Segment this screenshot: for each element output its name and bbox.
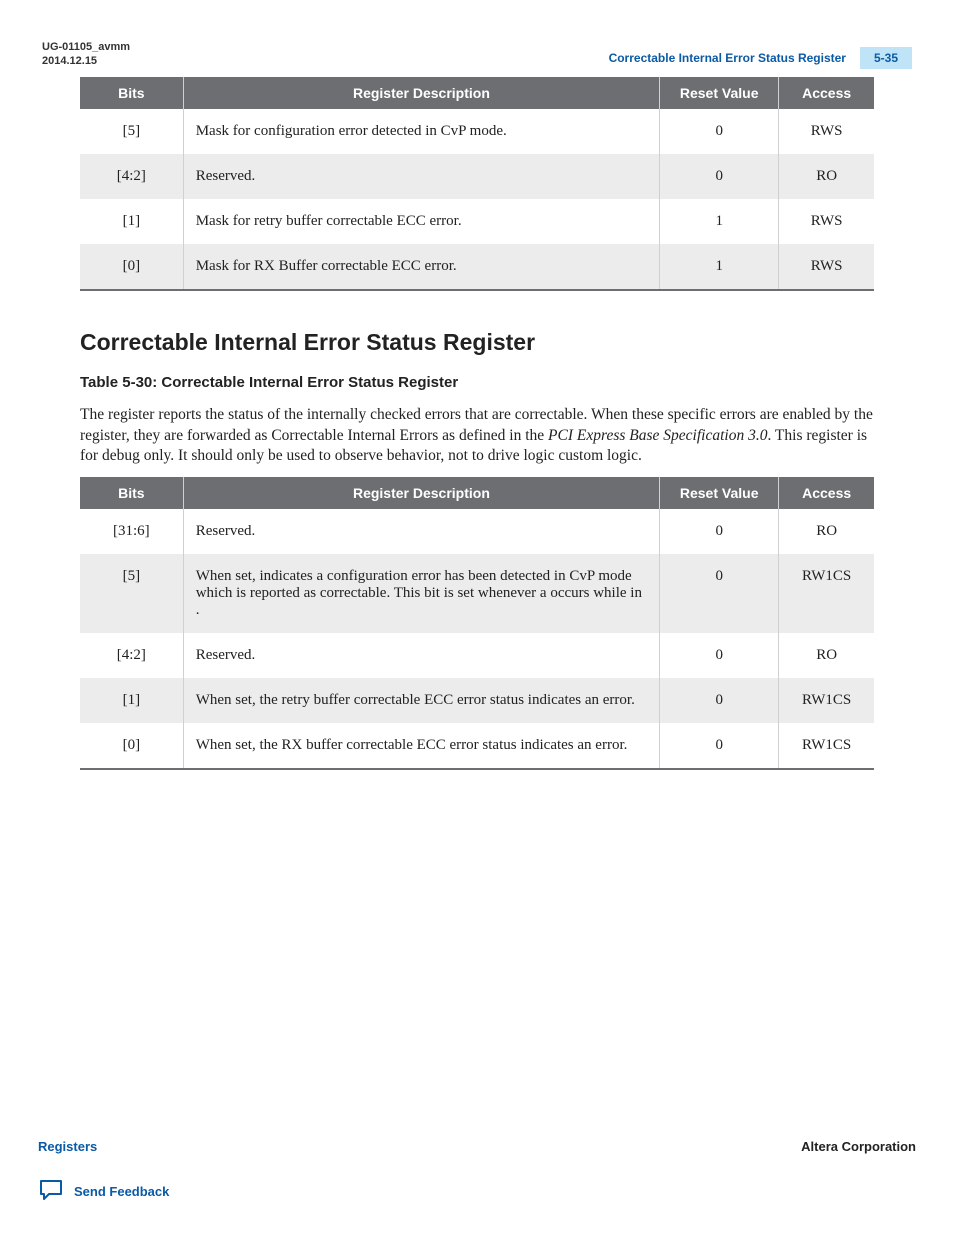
page-footer: Registers Altera Corporation Send Feedba… <box>38 1139 916 1205</box>
th-access: Access <box>779 77 874 109</box>
cell-reset: 0 <box>660 509 779 554</box>
th-desc: Register Description <box>183 77 659 109</box>
cell-reset: 1 <box>660 244 779 290</box>
p-text: register reports the status of the inter… <box>108 406 873 423</box>
p-emphasis: PCI Express Base Specification 3.0 <box>548 427 767 444</box>
cell-reset: 0 <box>660 554 779 633</box>
cell-desc: Reserved. <box>183 154 659 199</box>
cell-bits: [4:2] <box>80 633 183 678</box>
cell-access: RO <box>779 154 874 199</box>
page-number: 5-35 <box>860 47 912 69</box>
feedback-label: Send Feedback <box>74 1184 169 1199</box>
th-desc: Register Description <box>183 477 659 509</box>
cell-bits: [31:6] <box>80 509 183 554</box>
cell-reset: 0 <box>660 154 779 199</box>
section-paragraph: The register reports the status of the i… <box>80 405 874 468</box>
mask-register-table: Bits Register Description Reset Value Ac… <box>80 77 874 291</box>
doc-id: UG-01105_avmm <box>42 40 130 54</box>
table-row: [1] Mask for retry buffer correctable EC… <box>80 199 874 244</box>
table-row: [1] When set, the retry buffer correctab… <box>80 678 874 723</box>
feedback-icon <box>38 1178 74 1205</box>
cell-access: RO <box>779 633 874 678</box>
footer-section-link[interactable]: Registers <box>38 1139 97 1154</box>
th-access: Access <box>779 477 874 509</box>
cell-bits: [4:2] <box>80 154 183 199</box>
status-register-table: Bits Register Description Reset Value Ac… <box>80 477 874 770</box>
cell-access: RWS <box>779 199 874 244</box>
cell-bits: [0] <box>80 244 183 290</box>
p-text: register, they are forwarded as Correcta… <box>80 427 548 444</box>
th-reset: Reset Value <box>660 77 779 109</box>
cell-reset: 0 <box>660 633 779 678</box>
cell-reset: 0 <box>660 109 779 154</box>
table-row: [5] Mask for configuration error detecte… <box>80 109 874 154</box>
cell-reset: 0 <box>660 678 779 723</box>
cell-access: RW1CS <box>779 723 874 769</box>
cell-desc: Reserved. <box>183 509 659 554</box>
table-row: [4:2] Reserved. 0 RO <box>80 633 874 678</box>
footer-company: Altera Corporation <box>801 1139 916 1154</box>
header-right: Correctable Internal Error Status Regist… <box>609 47 912 69</box>
doc-id-block: UG-01105_avmm 2014.12.15 <box>42 40 130 69</box>
cell-access: RW1CS <box>779 554 874 633</box>
p-text: The <box>80 406 108 423</box>
th-bits: Bits <box>80 477 183 509</box>
table-row: [0] When set, the RX buffer correctable … <box>80 723 874 769</box>
cell-access: RWS <box>779 244 874 290</box>
table-row: [0] Mask for RX Buffer correctable ECC e… <box>80 244 874 290</box>
cell-desc: When set, indicates a configuration erro… <box>183 554 659 633</box>
cell-desc: When set, the RX buffer correctable ECC … <box>183 723 659 769</box>
table-row: [31:6] Reserved. 0 RO <box>80 509 874 554</box>
cell-access: RW1CS <box>779 678 874 723</box>
cell-desc: When set, the retry buffer correctable E… <box>183 678 659 723</box>
cell-reset: 0 <box>660 723 779 769</box>
cell-access: RWS <box>779 109 874 154</box>
cell-desc: Reserved. <box>183 633 659 678</box>
cell-bits: [5] <box>80 554 183 633</box>
cell-desc: Mask for retry buffer correctable ECC er… <box>183 199 659 244</box>
cell-reset: 1 <box>660 199 779 244</box>
cell-bits: [1] <box>80 199 183 244</box>
cell-bits: [5] <box>80 109 183 154</box>
table-caption: Table 5-30: Correctable Internal Error S… <box>80 374 874 391</box>
doc-date: 2014.12.15 <box>42 54 130 68</box>
th-bits: Bits <box>80 77 183 109</box>
running-title: Correctable Internal Error Status Regist… <box>609 51 846 65</box>
cell-access: RO <box>779 509 874 554</box>
th-reset: Reset Value <box>660 477 779 509</box>
table-row: [4:2] Reserved. 0 RO <box>80 154 874 199</box>
send-feedback-link[interactable]: Send Feedback <box>38 1178 916 1205</box>
page-header: UG-01105_avmm 2014.12.15 Correctable Int… <box>38 40 916 77</box>
cell-desc: Mask for configuration error detected in… <box>183 109 659 154</box>
cell-bits: [0] <box>80 723 183 769</box>
cell-bits: [1] <box>80 678 183 723</box>
section-heading: Correctable Internal Error Status Regist… <box>80 329 874 356</box>
cell-desc: Mask for RX Buffer correctable ECC error… <box>183 244 659 290</box>
page-content: Bits Register Description Reset Value Ac… <box>38 77 916 771</box>
table-row: [5] When set, indicates a configuration … <box>80 554 874 633</box>
